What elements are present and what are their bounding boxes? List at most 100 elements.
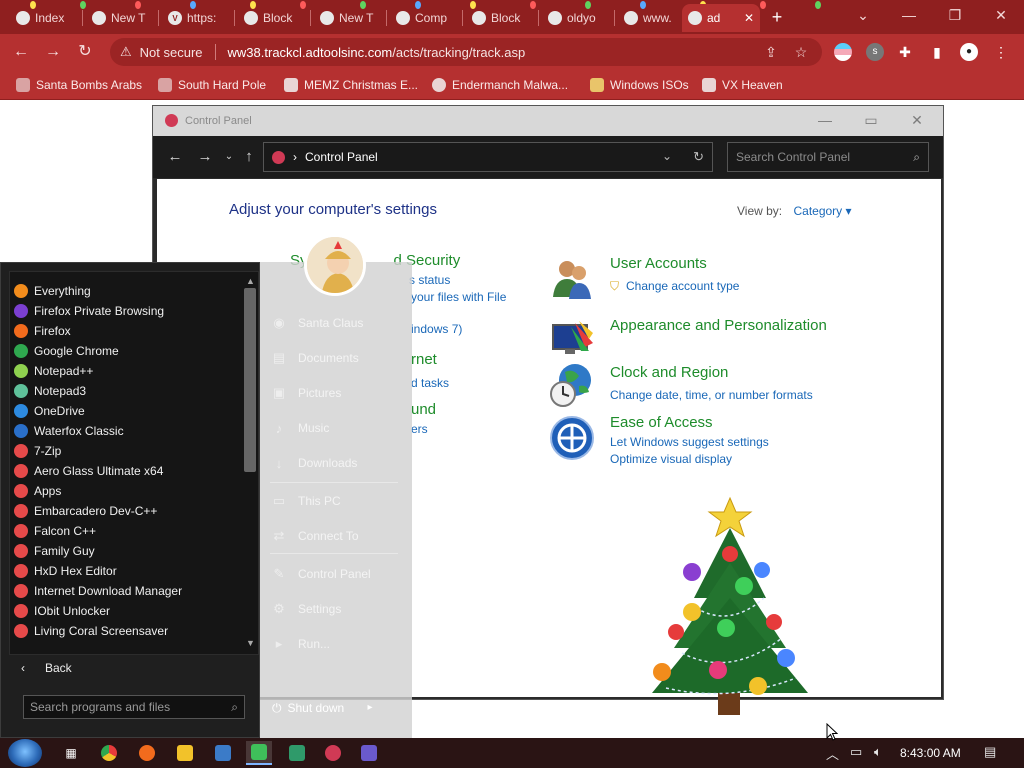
firefox-taskbar-icon[interactable] <box>134 741 160 765</box>
start-place-item[interactable]: ▭ This PC <box>270 492 341 510</box>
link-change-date-time-formats[interactable]: Change date, time, or number formats <box>610 388 813 402</box>
program-item[interactable]: Firefox Private Browsing <box>14 302 164 320</box>
browser-tab[interactable]: Comp <box>390 4 458 32</box>
category-hardware-sound[interactable]: und <box>411 401 436 418</box>
minimize-button[interactable]: — <box>886 0 932 34</box>
control-panel-taskbar-icon[interactable] <box>320 741 346 765</box>
bookmark-item[interactable]: Windows ISOs <box>590 76 689 94</box>
shutdown-options-button[interactable]: ▸ <box>360 696 380 720</box>
browser-tab[interactable]: Block <box>466 4 534 32</box>
browser-tab[interactable]: Vhttps: <box>162 4 230 32</box>
window-title-bar[interactable]: Control Panel — ▭ ✕ <box>153 106 943 136</box>
close-button[interactable]: ✕ <box>978 0 1024 34</box>
task-view-icon[interactable]: ▦ <box>58 741 84 765</box>
program-item[interactable]: 7-Zip <box>14 442 61 460</box>
refresh-icon[interactable]: ↻ <box>693 149 704 165</box>
maximize-window-button[interactable]: ▭ <box>851 109 891 131</box>
link-change-account-type[interactable]: Change account type <box>626 279 739 293</box>
program-item[interactable]: Living Coral Screensaver <box>14 622 168 640</box>
program-item[interactable]: HxD Hex Editor <box>14 562 117 580</box>
start-place-item[interactable]: ✎ Control Panel <box>270 565 371 583</box>
app-taskbar-icon[interactable] <box>356 741 382 765</box>
bookmark-item[interactable]: MEMZ Christmas E... <box>284 76 418 94</box>
link-backup-windows7[interactable]: indows 7) <box>411 322 462 336</box>
link-network-tasks[interactable]: d tasks <box>411 376 449 390</box>
side-panel-icon[interactable]: ▮ <box>928 43 946 61</box>
link-printers[interactable]: ers <box>411 422 428 436</box>
close-tab-icon[interactable]: ✕ <box>744 11 754 25</box>
category-clock-region[interactable]: Clock and Region <box>610 364 728 381</box>
start-button[interactable] <box>8 739 42 767</box>
chevron-down-icon[interactable]: ⌄ <box>662 149 672 163</box>
bookmark-item[interactable]: VX Heaven <box>702 76 783 94</box>
tab-search-button[interactable]: ⌄ <box>840 0 886 34</box>
chevron-up-icon[interactable]: ︿ <box>826 744 839 763</box>
program-item[interactable]: Family Guy <box>14 542 95 560</box>
recent-locations-chevron-icon[interactable]: ⌄ <box>219 148 239 166</box>
kebab-menu-icon[interactable]: ⋮ <box>992 43 1010 61</box>
restore-button[interactable]: ❐ <box>932 0 978 34</box>
scroll-down-icon[interactable]: ▼ <box>246 638 255 648</box>
program-item[interactable]: Waterfox Classic <box>14 422 124 440</box>
back-arrow-icon[interactable]: ← <box>165 148 185 166</box>
app-taskbar-icon[interactable] <box>246 741 272 765</box>
link-file-history[interactable]: your files with File <box>411 290 506 304</box>
avatar[interactable] <box>304 234 366 296</box>
bookmark-star-icon[interactable]: ☆ <box>792 43 810 61</box>
vmware-taskbar-icon[interactable] <box>210 741 236 765</box>
browser-tab-active[interactable]: ad ✕ <box>682 4 760 32</box>
close-window-button[interactable]: ✕ <box>897 109 937 131</box>
program-item[interactable]: Notepad3 <box>14 382 86 400</box>
share-icon[interactable]: ⇪ <box>762 43 780 61</box>
program-item[interactable]: Firefox <box>14 322 71 340</box>
link-windows-suggest-settings[interactable]: Let Windows suggest settings <box>610 435 769 449</box>
bookmark-item[interactable]: South Hard Pole <box>158 76 266 94</box>
browser-tab[interactable]: www. <box>618 4 680 32</box>
link-optimize-visual-display[interactable]: Optimize visual display <box>610 452 732 466</box>
program-item[interactable]: Everything <box>14 282 91 300</box>
puzzle-extensions-icon[interactable]: ✚ <box>896 43 914 61</box>
forward-arrow-icon[interactable]: → <box>42 41 64 63</box>
browser-tab[interactable]: Block <box>238 4 306 32</box>
start-place-item[interactable]: ▸ Run... <box>270 635 330 653</box>
start-place-item[interactable]: ↓ Downloads <box>270 454 358 472</box>
browser-tab[interactable]: Index <box>10 4 78 32</box>
category-ease-of-access[interactable]: Ease of Access <box>610 414 713 431</box>
reload-icon[interactable]: ↻ <box>74 41 96 63</box>
program-item[interactable]: Internet Download Manager <box>14 582 182 600</box>
start-place-item[interactable]: ⇄ Connect To <box>270 527 359 545</box>
notification-icon[interactable]: ▤ <box>984 744 996 760</box>
bookmark-item[interactable]: Endermanch Malwa... <box>432 76 568 94</box>
program-item[interactable]: Notepad++ <box>14 362 93 380</box>
profile-avatar-icon[interactable]: ● <box>960 43 978 61</box>
minimize-window-button[interactable]: — <box>805 109 845 131</box>
program-item[interactable]: Embarcadero Dev-C++ <box>14 502 157 520</box>
program-item[interactable]: Falcon C++ <box>14 522 96 540</box>
start-place-item[interactable]: ⚙ Settings <box>270 600 341 618</box>
address-bar[interactable]: ⚠ Not secure ww38.trackcl.adtoolsinc.com… <box>110 38 822 66</box>
app-taskbar-icon[interactable] <box>284 741 310 765</box>
program-item[interactable]: IObit Unlocker <box>14 602 110 620</box>
program-item[interactable]: OneDrive <box>14 402 85 420</box>
search-input[interactable]: Search Control Panel ⌕ <box>727 142 929 172</box>
browser-tab[interactable]: oldyo <box>542 4 610 32</box>
chrome-taskbar-icon[interactable] <box>96 741 122 765</box>
start-place-item[interactable]: ◉ Santa Claus <box>270 314 363 332</box>
back-button[interactable]: ‹ Back <box>21 661 72 675</box>
taskbar-clock[interactable]: 8:43:00 AM <box>900 746 961 760</box>
new-tab-button[interactable]: + <box>766 6 788 28</box>
browser-tab[interactable]: New T <box>314 4 382 32</box>
scroll-up-icon[interactable]: ▲ <box>246 276 255 286</box>
forward-arrow-icon[interactable]: → <box>195 148 215 166</box>
extension-flag-icon[interactable] <box>834 43 852 61</box>
up-arrow-icon[interactable]: ↑ <box>239 148 259 166</box>
program-item[interactable]: Aero Glass Ultimate x64 <box>14 462 163 480</box>
start-place-item[interactable]: ▣ Pictures <box>270 384 342 402</box>
category-user-accounts[interactable]: User Accounts <box>610 255 707 272</box>
start-search-input[interactable]: Search programs and files ⌕ <box>23 695 245 719</box>
volume-icon[interactable]: 🔈︎ <box>874 744 882 760</box>
scrollbar-thumb[interactable] <box>244 288 256 472</box>
category-appearance-personalization[interactable]: Appearance and Personalization <box>610 317 827 334</box>
link-status[interactable]: s status <box>409 273 450 287</box>
network-icon[interactable]: ▭ <box>850 744 862 760</box>
